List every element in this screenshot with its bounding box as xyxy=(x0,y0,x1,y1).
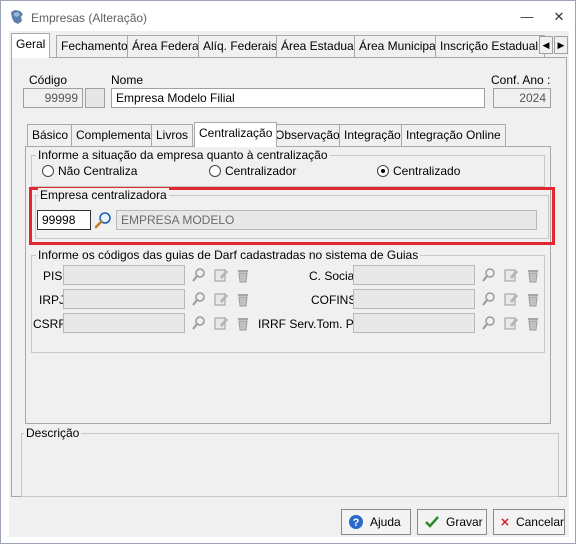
search-icon[interactable] xyxy=(479,265,499,285)
window-title: Empresas (Alteração) xyxy=(31,11,148,25)
radio-centralizador[interactable] xyxy=(209,165,221,177)
nome-label: Nome xyxy=(111,73,144,87)
conf-ano-field[interactable]: 2024 xyxy=(493,88,551,108)
subtab-complementar[interactable]: Complementar xyxy=(71,124,160,146)
main-tab-strip: Geral Fechamento Área Federal Alíq. Fede… xyxy=(11,33,551,58)
sub-tab-strip: Básico Complementar Livros Centralização… xyxy=(27,122,547,147)
trash-icon[interactable] xyxy=(233,313,253,333)
subtab-integracao[interactable]: Integração xyxy=(339,124,406,146)
ajuda-button[interactable]: ? Ajuda xyxy=(341,509,411,535)
cancelar-label: Cancelar xyxy=(515,515,564,529)
c-social-field[interactable] xyxy=(353,265,475,285)
descricao-group: Descrição xyxy=(21,426,559,497)
cancel-x-icon xyxy=(501,518,509,526)
radio-centralizador-label: Centralizador xyxy=(225,164,297,178)
pis-field[interactable] xyxy=(63,265,185,285)
empresa-centralizadora-name-field: EMPRESA MODELO xyxy=(116,210,537,230)
codigo-field[interactable]: 99999 xyxy=(23,88,83,108)
search-icon[interactable] xyxy=(189,313,209,333)
irrf-field[interactable] xyxy=(353,313,475,333)
nome-field[interactable]: Empresa Modelo Filial xyxy=(111,88,485,108)
search-icon[interactable] xyxy=(479,313,499,333)
irpj-label: IRPJ xyxy=(39,293,66,307)
subtab-observacao[interactable]: Observação xyxy=(270,124,345,146)
trash-icon[interactable] xyxy=(233,265,253,285)
codigo-lookup-button[interactable] xyxy=(85,88,105,108)
tab-scroll-right-icon[interactable]: ▶ xyxy=(554,36,568,54)
codigo-label: Código xyxy=(29,73,68,87)
tab-fechamento[interactable]: Fechamento xyxy=(56,35,133,57)
irpj-field[interactable] xyxy=(63,289,185,309)
cofins-field[interactable] xyxy=(353,289,475,309)
edit-icon[interactable] xyxy=(501,265,521,285)
edit-icon[interactable] xyxy=(211,289,231,309)
svg-text:?: ? xyxy=(353,517,360,529)
close-icon[interactable]: ✕ xyxy=(549,9,569,25)
checkmark-icon xyxy=(425,516,439,528)
help-icon: ? xyxy=(349,515,363,529)
subtab-basico[interactable]: Básico xyxy=(27,124,74,146)
gravar-button[interactable]: Gravar xyxy=(417,509,487,535)
radio-centralizado-label: Centralizado xyxy=(393,164,461,178)
search-icon[interactable] xyxy=(189,265,209,285)
app-icon xyxy=(11,10,23,24)
search-icon[interactable] xyxy=(479,289,499,309)
pis-label: PIS xyxy=(43,269,63,283)
radio-centralizado[interactable] xyxy=(377,165,389,177)
radio-nao-centraliza[interactable] xyxy=(42,165,54,177)
tab-area-municipal[interactable]: Área Municipal xyxy=(354,35,444,57)
ajuda-label: Ajuda xyxy=(370,515,401,529)
tab-aliq-federais[interactable]: Alíq. Federais xyxy=(198,35,283,57)
edit-icon[interactable] xyxy=(211,313,231,333)
trash-icon[interactable] xyxy=(523,313,543,333)
edit-icon[interactable] xyxy=(501,289,521,309)
empresa-centralizadora-title: Empresa centralizadora xyxy=(38,188,169,202)
irrf-label: IRRF Serv.Tom. PJ xyxy=(258,317,360,331)
trash-icon[interactable] xyxy=(523,289,543,309)
search-icon[interactable] xyxy=(93,210,113,230)
trash-icon[interactable] xyxy=(233,289,253,309)
csrf-field[interactable] xyxy=(63,313,185,333)
subtab-livros[interactable]: Livros xyxy=(151,124,194,146)
client-area: Geral Fechamento Área Federal Alíq. Fede… xyxy=(9,31,569,537)
cancelar-button[interactable]: Cancelar xyxy=(493,509,565,535)
subtab-integracao-online[interactable]: Integração Online xyxy=(401,124,506,146)
centralizacao-group-title: Informe a situação da empresa quanto à c… xyxy=(36,148,330,162)
csrf-label: CSRF xyxy=(33,317,66,331)
minimize-icon[interactable]: — xyxy=(517,9,537,25)
edit-icon[interactable] xyxy=(501,313,521,333)
tab-area-federal[interactable]: Área Federal xyxy=(127,35,207,57)
edit-icon[interactable] xyxy=(211,265,231,285)
window: Empresas (Alteração) — ✕ Geral Fechament… xyxy=(0,0,576,544)
title-bar: Empresas (Alteração) — ✕ xyxy=(1,1,575,31)
descricao-title: Descrição xyxy=(24,426,82,440)
tab-scroll-left-icon[interactable]: ◀ xyxy=(539,36,553,54)
guias-group-title: Informe os códigos das guias de Darf cad… xyxy=(36,248,421,262)
conf-ano-label: Conf. Ano : xyxy=(491,73,551,87)
trash-icon[interactable] xyxy=(523,265,543,285)
radio-nao-centraliza-label: Não Centraliza xyxy=(58,164,138,178)
tab-inscricao-estadual[interactable]: Inscrição Estadual S xyxy=(435,35,545,57)
search-icon[interactable] xyxy=(189,289,209,309)
tab-geral[interactable]: Geral xyxy=(11,33,51,58)
empresa-centralizadora-code-field[interactable]: 99998 xyxy=(37,210,91,230)
c-social-label: C. Social xyxy=(309,269,358,283)
tab-area-estadual[interactable]: Área Estadual xyxy=(276,35,362,57)
subtab-centralizacao[interactable]: Centralização xyxy=(194,122,278,147)
cofins-label: COFINS xyxy=(311,293,357,307)
gravar-label: Gravar xyxy=(446,515,483,529)
